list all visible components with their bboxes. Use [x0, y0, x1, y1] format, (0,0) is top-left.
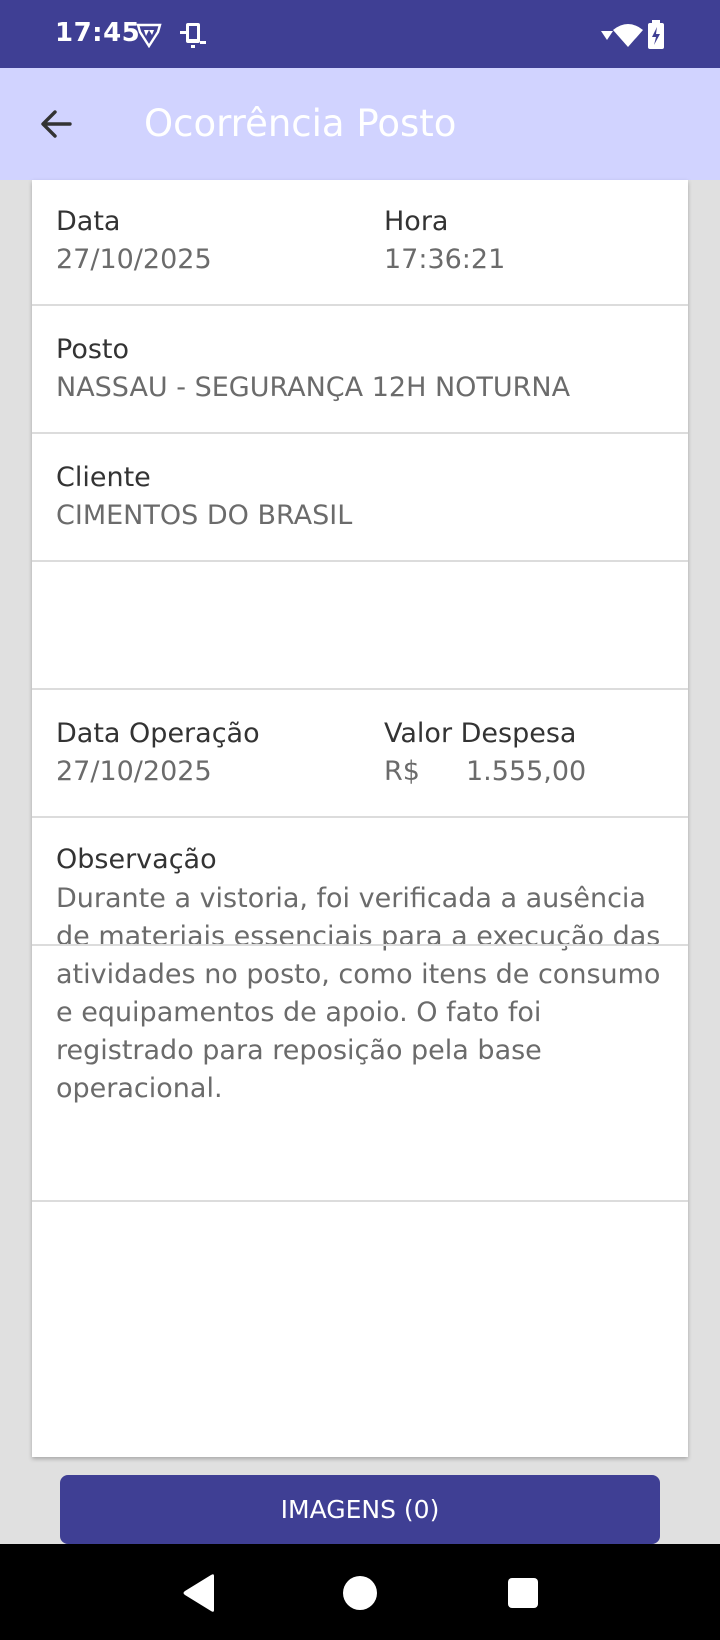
status-bar: 17:45 [0, 0, 720, 68]
nav-recents-button[interactable] [498, 1568, 548, 1618]
divider [32, 432, 688, 434]
device-icon [176, 20, 210, 50]
vpn-shield-icon [134, 20, 164, 50]
arrow-left-icon [41, 110, 72, 138]
post-value: NASSAU - SEGURANÇA 12H NOTURNA [56, 372, 571, 403]
expense-value: 1.555,00 [466, 756, 587, 787]
back-triangle-icon [183, 1574, 214, 1612]
time-value: 17:36:21 [384, 244, 506, 275]
app-bar: Ocorrência Posto [0, 68, 720, 180]
date-value: 27/10/2025 [56, 244, 212, 275]
operation-date-value: 27/10/2025 [56, 756, 212, 787]
divider [32, 1200, 688, 1202]
divider [32, 816, 688, 818]
status-time: 17:45 [55, 18, 141, 48]
divider [32, 304, 688, 306]
post-label: Posto [56, 334, 130, 365]
expense-currency: R$ [384, 756, 420, 787]
observation-value: Durante a vistoria, foi verificada a aus… [56, 883, 661, 1104]
back-button[interactable] [28, 96, 84, 152]
system-nav-bar [0, 1544, 720, 1640]
nav-back-button[interactable] [174, 1568, 224, 1618]
divider [32, 560, 688, 562]
images-button[interactable]: IMAGENS (0) [60, 1475, 660, 1544]
client-value: CIMENTOS DO BRASIL [56, 500, 353, 531]
page-title: Ocorrência Posto [144, 102, 457, 145]
date-label: Data [56, 206, 121, 237]
client-label: Cliente [56, 462, 151, 493]
battery-charging-icon [646, 20, 666, 50]
nav-home-button[interactable] [335, 1568, 385, 1618]
divider [32, 944, 688, 946]
time-label: Hora [384, 206, 449, 237]
divider [32, 688, 688, 690]
operation-date-label: Data Operação [56, 718, 260, 749]
occurrence-details-card: Data 27/10/2025 Hora 17:36:21 Posto NASS… [32, 180, 688, 1457]
home-circle-icon [343, 1576, 377, 1610]
observation-label: Observação [56, 844, 217, 875]
expense-label: Valor Despesa [384, 718, 577, 749]
wifi-icon [611, 20, 645, 50]
recents-square-icon [508, 1578, 538, 1608]
